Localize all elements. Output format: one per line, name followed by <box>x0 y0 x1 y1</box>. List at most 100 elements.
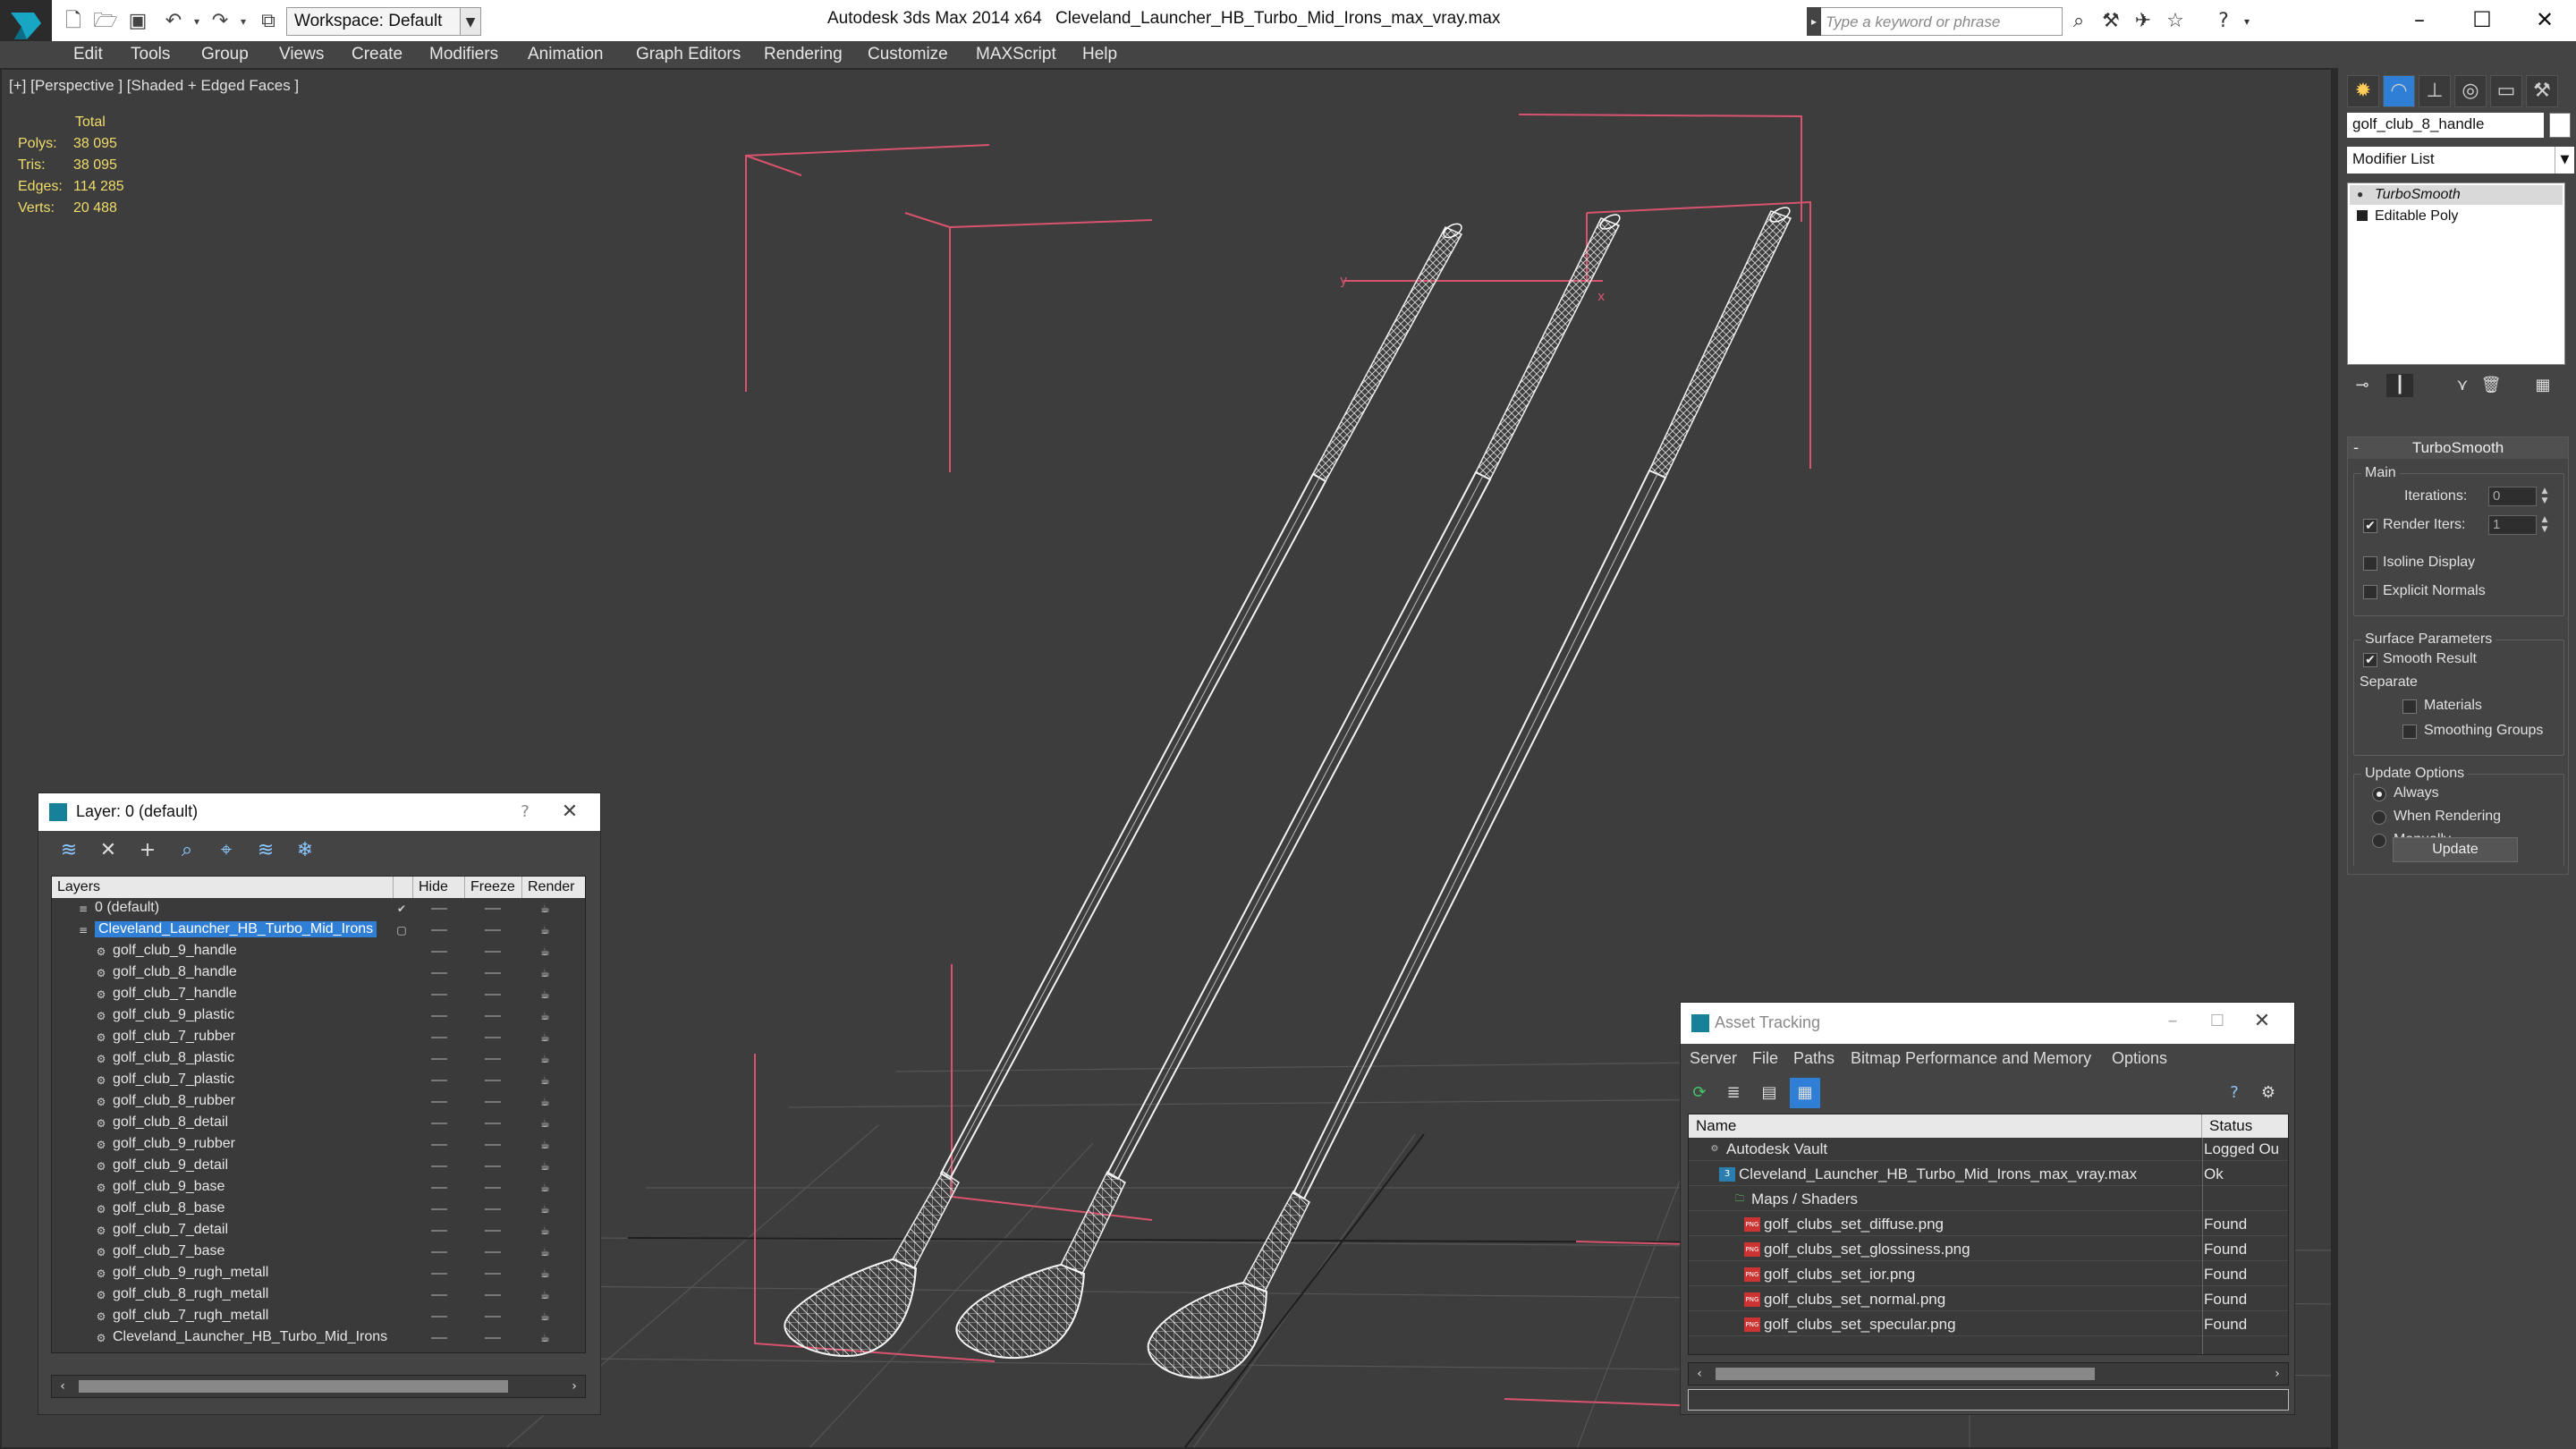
freeze-toggle[interactable] <box>485 994 501 996</box>
hide-toggle[interactable] <box>431 1144 447 1146</box>
hide-column-header[interactable]: Hide <box>413 877 465 898</box>
binoculars-icon[interactable]: ⌕ <box>2066 9 2091 34</box>
render-teapot-icon[interactable]: ☕ <box>540 1290 555 1301</box>
asset-row[interactable]: ⚙ Autodesk Vault Logged Ou <box>1689 1138 2288 1161</box>
stack-item-editable-poly[interactable]: Editable Poly <box>2350 207 2563 226</box>
hide-toggle[interactable] <box>431 951 447 953</box>
smoothing-groups-checkbox[interactable] <box>2402 724 2417 739</box>
menu-views[interactable]: Views <box>279 45 324 64</box>
highlight-layer-icon[interactable]: ⌖ <box>208 833 244 869</box>
hide-toggle[interactable] <box>431 1123 447 1124</box>
layer-name[interactable]: golf_club_9_rubber <box>113 1136 235 1152</box>
layer-name[interactable]: golf_club_9_plastic <box>113 1007 234 1023</box>
asset-menu-bitmap-performance[interactable]: Bitmap Performance and Memory <box>1851 1049 2091 1068</box>
asset-minimize-button[interactable]: – <box>2155 1006 2190 1037</box>
freeze-toggle[interactable] <box>485 908 501 910</box>
asset-name[interactable]: Autodesk Vault <box>1726 1140 1827 1158</box>
detail-view-icon[interactable]: ▤ <box>1754 1078 1784 1108</box>
hide-toggle[interactable] <box>431 972 447 974</box>
collapse-icon[interactable]: - <box>2353 437 2359 459</box>
isoline-display-checkbox[interactable] <box>2363 556 2377 571</box>
asset-menu-options[interactable]: Options <box>2112 1049 2167 1068</box>
layer-row[interactable]: ⚙ golf_club_7_detail ☕ <box>52 1220 585 1241</box>
render-teapot-icon[interactable]: ☕ <box>540 1225 555 1236</box>
hierarchy-tab-icon[interactable]: ⊥ <box>2419 75 2451 107</box>
render-teapot-icon[interactable]: ☕ <box>540 1032 555 1043</box>
render-teapot-icon[interactable]: ☕ <box>540 1054 555 1064</box>
hide-toggle[interactable] <box>431 1251 447 1253</box>
freeze-toggle[interactable] <box>485 1144 501 1146</box>
asset-row[interactable]: 3 Cleveland_Launcher_HB_Turbo_Mid_Irons_m… <box>1689 1163 2288 1186</box>
hide-toggle[interactable] <box>431 1037 447 1038</box>
hide-toggle[interactable] <box>431 1165 447 1167</box>
layer-name[interactable]: golf_club_7_detail <box>113 1222 228 1238</box>
hide-toggle[interactable] <box>431 1273 447 1275</box>
freeze-toggle[interactable] <box>485 1273 501 1275</box>
asset-list[interactable]: Name Status ⚙ Autodesk Vault Logged Ou 3 Cle… <box>1688 1114 2289 1355</box>
redo-icon[interactable]: ↷ <box>208 9 233 34</box>
help-dropdown-icon[interactable]: ▾ <box>2234 9 2259 34</box>
layer-name[interactable]: golf_club_8_handle <box>113 964 237 980</box>
asset-dialog-titlebar[interactable]: Asset Tracking – ☐ ✕ <box>1681 1003 2294 1044</box>
render-teapot-icon[interactable]: ☕ <box>540 989 555 1000</box>
freeze-toggle[interactable] <box>485 1230 501 1232</box>
render-teapot-icon[interactable]: ☕ <box>540 968 555 979</box>
layer-row[interactable]: ⚙ golf_club_8_plastic ☕ <box>52 1048 585 1070</box>
undo-dropdown-icon[interactable]: ▾ <box>184 9 209 34</box>
freeze-toggle[interactable] <box>485 1187 501 1189</box>
render-iters-spinner[interactable]: 1 <box>2488 515 2537 535</box>
asset-name[interactable]: golf_clubs_set_specular.png <box>1764 1316 1956 1334</box>
layer-row[interactable]: ≡ 0 (default) ✔ ☕ <box>52 898 585 919</box>
create-tab-icon[interactable]: ✹ <box>2347 75 2379 107</box>
render-teapot-icon[interactable]: ☕ <box>540 1011 555 1021</box>
hide-toggle[interactable] <box>431 1230 447 1232</box>
status-column-header[interactable]: Status <box>2202 1114 2288 1138</box>
menu-maxscript[interactable]: MAXScript <box>976 45 1056 64</box>
explicit-normals-checkbox[interactable] <box>2363 585 2377 599</box>
render-teapot-icon[interactable]: ☕ <box>540 1182 555 1193</box>
layer-help-button[interactable]: ? <box>507 797 543 827</box>
hide-toggle[interactable] <box>431 1015 447 1017</box>
freeze-toggle[interactable] <box>485 1058 501 1060</box>
hide-toggle[interactable] <box>431 1208 447 1210</box>
render-teapot-icon[interactable]: ☕ <box>540 946 555 957</box>
render-teapot-icon[interactable]: ☕ <box>540 1333 555 1343</box>
layer-close-button[interactable]: ✕ <box>552 797 588 827</box>
layer-dialog-titlebar[interactable]: Layer: 0 (default) ? ✕ <box>38 793 600 831</box>
layer-list[interactable]: Layers Hide Freeze Render ≡ 0 (default) ✔ ☕… <box>51 876 586 1353</box>
layer-row[interactable]: ⚙ golf_club_9_plastic ☕ <box>52 1005 585 1027</box>
layer-row[interactable]: ⚙ golf_club_8_rugh_metall ☕ <box>52 1284 585 1306</box>
object-color-swatch[interactable] <box>2549 113 2571 138</box>
smooth-result-checkbox[interactable]: ✔ <box>2363 653 2377 667</box>
help-icon[interactable]: ? <box>2211 9 2236 34</box>
layer-row[interactable]: ⚙ golf_club_7_plastic ☕ <box>52 1070 585 1091</box>
layer-name[interactable]: golf_club_7_rugh_metall <box>113 1308 268 1324</box>
freeze-toggle[interactable] <box>485 1165 501 1167</box>
layer-row[interactable]: ⚙ golf_club_9_base ☕ <box>52 1177 585 1199</box>
scrollbar-thumb[interactable] <box>79 1380 508 1393</box>
render-teapot-icon[interactable]: ☕ <box>540 925 555 936</box>
layer-row[interactable]: ⚙ golf_club_9_rubber ☕ <box>52 1134 585 1156</box>
layer-name[interactable]: golf_club_9_rugh_metall <box>113 1265 268 1281</box>
subscription-icon[interactable]: ⚒ <box>2098 9 2123 34</box>
set-current-layer-icon[interactable]: ▢ <box>395 924 408 936</box>
layer-name[interactable]: golf_club_8_rubber <box>113 1093 235 1109</box>
render-teapot-icon[interactable]: ☕ <box>540 1268 555 1279</box>
asset-name[interactable]: golf_clubs_set_normal.png <box>1764 1291 1945 1309</box>
hide-toggle[interactable] <box>431 1316 447 1318</box>
minimize-button[interactable]: – <box>2388 0 2451 41</box>
layer-name[interactable]: golf_club_8_rugh_metall <box>113 1286 268 1302</box>
layer-row[interactable]: ⚙ golf_club_9_handle ☕ <box>52 941 585 962</box>
motion-tab-icon[interactable]: ◎ <box>2454 75 2487 107</box>
asset-horizontal-scrollbar[interactable]: ‹ › <box>1688 1362 2289 1385</box>
freeze-toggle[interactable] <box>485 1015 501 1017</box>
asset-name[interactable]: golf_clubs_set_ior.png <box>1764 1266 1915 1284</box>
layer-manager-dialog[interactable]: Layer: 0 (default) ? ✕ ≋ ✕ + ⌕ ⌖ ≋ ❄ Lay… <box>38 792 601 1415</box>
layer-name[interactable]: golf_club_7_base <box>113 1243 225 1259</box>
expand-plus-icon[interactable] <box>2357 210 2368 221</box>
asset-maximize-button[interactable]: ☐ <box>2199 1006 2235 1037</box>
asset-close-button[interactable]: ✕ <box>2244 1006 2280 1037</box>
layer-row[interactable]: ⚙ golf_club_8_detail ☕ <box>52 1113 585 1134</box>
layer-row[interactable]: ⚙ Cleveland_Launcher_HB_Turbo_Mid_Irons ☕ <box>52 1327 585 1349</box>
freeze-toggle[interactable] <box>485 1251 501 1253</box>
